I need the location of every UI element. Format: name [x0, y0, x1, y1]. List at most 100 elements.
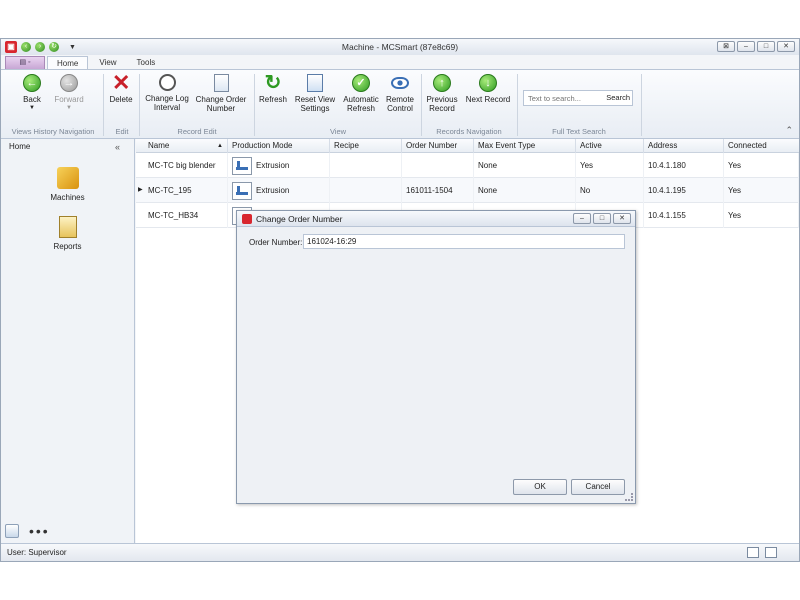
change-order-number-label-2: Number — [206, 104, 236, 113]
next-record-button[interactable]: ↓ Next Record — [463, 74, 513, 104]
cell-order-number: 161011-1504 — [402, 178, 474, 203]
tab-home[interactable]: Home — [47, 56, 89, 69]
cell-active: No — [576, 178, 644, 203]
reset-view-label-2: Settings — [300, 104, 330, 113]
status-user: User: Supervisor — [7, 548, 67, 557]
dialog-title: Change Order Number — [256, 214, 343, 224]
close-button[interactable]: ✕ — [777, 41, 795, 52]
automatic-refresh-button[interactable]: ✓ Automatic Refresh — [341, 74, 381, 113]
group-label-view: View — [329, 127, 347, 136]
tab-view[interactable]: View — [90, 56, 125, 69]
normal-view-icon[interactable] — [747, 547, 759, 558]
previous-record-label-2: Record — [429, 104, 455, 113]
cell-name: MC-TC_HB34 — [144, 203, 228, 228]
change-log-interval-button[interactable]: Change Log Interval — [143, 74, 191, 112]
group-label-edit: Edit — [115, 127, 129, 136]
cell-recipe — [330, 153, 402, 178]
window-layout-button[interactable]: ⊠ — [717, 41, 735, 52]
cell-name: MC-TC_195 — [144, 178, 228, 203]
table-row[interactable]: MC-TC big blender Extrusion None Yes 10.… — [136, 153, 799, 178]
remote-control-button[interactable]: Remote Control — [383, 74, 417, 113]
cell-address: 10.4.1.180 — [644, 153, 724, 178]
delete-label: Delete — [109, 95, 133, 104]
dialog-app-icon — [242, 214, 252, 224]
back-dropdown-icon[interactable]: ▼ — [15, 104, 49, 113]
column-header-connected[interactable]: Connected — [724, 139, 799, 153]
back-button[interactable]: ← Back ▼ — [15, 74, 49, 113]
next-record-label: Next Record — [465, 95, 511, 104]
previous-record-label-1: Previous — [426, 95, 458, 104]
search-input[interactable] — [524, 91, 594, 105]
refresh-button[interactable]: ↻ Refresh — [257, 73, 289, 104]
sort-ascending-icon: ▲ — [217, 143, 223, 149]
up-arrow-icon: ↑ — [433, 74, 451, 92]
minimize-button[interactable]: – — [737, 41, 755, 52]
column-header-production-mode[interactable]: Production Mode — [228, 139, 330, 153]
sidebar-item-label: Machines — [50, 193, 85, 202]
group-label-record-edit: Record Edit — [177, 127, 217, 136]
ok-button[interactable]: OK — [513, 479, 567, 495]
forward-dropdown-icon[interactable]: ▼ — [51, 104, 87, 113]
cell-production-mode: Extrusion — [228, 178, 330, 203]
status-bar: User: Supervisor — [1, 543, 799, 561]
title-bar: ▣ ‹ › ↻ ▼ Machine - MCSmart (87e8c69) ⊠ … — [1, 39, 799, 55]
dialog-close-button[interactable]: ✕ — [613, 213, 631, 224]
column-header-max-event-type[interactable]: Max Event Type — [474, 139, 576, 153]
window-controls: ⊠ – □ ✕ — [717, 41, 795, 52]
column-header-name[interactable]: Name ▲ — [144, 139, 228, 153]
refresh-label: Refresh — [258, 95, 287, 104]
cell-max-event-type: None — [474, 178, 576, 203]
group-separator — [641, 74, 642, 136]
cell-address: 10.4.1.195 — [644, 178, 724, 203]
delete-x-icon: ✕ — [112, 70, 131, 95]
sidebar-item-reports[interactable]: Reports — [1, 216, 134, 251]
table-row[interactable]: ▶ MC-TC_195 Extrusion 161011-1504 None N… — [136, 178, 799, 203]
search-button[interactable]: Search — [606, 93, 630, 102]
forward-arrow-icon: → — [60, 74, 78, 92]
cancel-button[interactable]: Cancel — [571, 479, 625, 495]
column-header-address[interactable]: Address — [644, 139, 724, 153]
cell-production-mode-text: Extrusion — [256, 161, 290, 170]
extrusion-icon — [232, 181, 252, 200]
down-arrow-icon: ↓ — [479, 74, 497, 92]
column-header-recipe[interactable]: Recipe — [330, 139, 402, 153]
dialog-minimize-button[interactable]: – — [573, 213, 591, 224]
ribbon: ← Back ▼ → Forward ▼ ✕ Delete Change Log… — [1, 69, 799, 139]
navigation-options-icon[interactable] — [5, 524, 19, 538]
sidebar-collapse-icon[interactable]: « — [115, 139, 120, 155]
forward-label: Forward — [54, 95, 84, 104]
automatic-refresh-label-1: Automatic — [343, 95, 379, 104]
resize-grip-icon[interactable] — [625, 493, 633, 501]
reading-view-icon[interactable] — [765, 547, 777, 558]
window-title: Machine - MCSmart (87e8c69) — [341, 42, 459, 52]
delete-button[interactable]: ✕ Delete — [107, 70, 135, 105]
tab-tools[interactable]: Tools — [128, 56, 165, 69]
change-log-interval-label-2: Interval — [153, 103, 181, 112]
forward-button[interactable]: → Forward ▼ — [51, 74, 87, 113]
automatic-refresh-label-2: Refresh — [346, 104, 375, 113]
ribbon-collapse-icon[interactable]: ⌃ — [785, 125, 793, 136]
reset-view-settings-button[interactable]: Reset View Settings — [293, 74, 337, 113]
dialog-body: Order Number: OK Cancel — [237, 227, 635, 503]
remote-control-label-2: Control — [387, 104, 413, 113]
group-separator — [517, 74, 518, 136]
column-header-order-number[interactable]: Order Number — [402, 139, 474, 153]
cell-max-event-type: None — [474, 153, 576, 178]
cell-connected: Yes — [724, 153, 799, 178]
group-separator — [254, 74, 255, 136]
order-number-input[interactable] — [303, 234, 625, 249]
column-header-active[interactable]: Active — [576, 139, 644, 153]
sidebar-title: Home — [9, 142, 31, 151]
cell-order-number — [402, 153, 474, 178]
previous-record-button[interactable]: ↑ Previous Record — [425, 74, 459, 113]
check-icon: ✓ — [352, 74, 370, 92]
sidebar-item-machines[interactable]: Machines — [1, 167, 134, 202]
maximize-button[interactable]: □ — [757, 41, 775, 52]
change-order-number-button[interactable]: Change Order Number — [193, 74, 249, 113]
group-separator — [139, 74, 140, 136]
change-log-interval-label-1: Change Log — [145, 94, 189, 103]
group-separator — [421, 74, 422, 136]
more-options-icon[interactable]: ••• — [29, 523, 50, 539]
dialog-maximize-button[interactable]: □ — [593, 213, 611, 224]
application-menu-button[interactable]: ▤ ◦ — [5, 56, 45, 69]
